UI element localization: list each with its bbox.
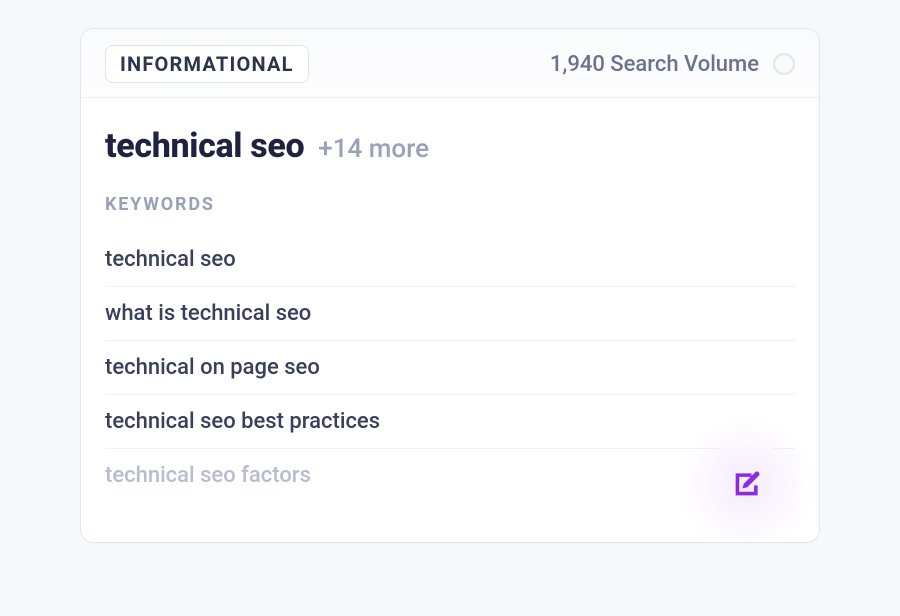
more-count[interactable]: +14 more [318,134,429,164]
circle-indicator-icon [773,53,795,75]
keyword-card: INFORMATIONAL 1,940 Search Volume techni… [80,28,820,543]
title-row: technical seo +14 more [105,126,795,166]
keyword-item[interactable]: technical on page seo [105,341,795,395]
edit-button[interactable] [703,440,791,528]
search-volume-text: 1,940 Search Volume [550,52,759,77]
keywords-section-label: KEYWORDS [105,194,795,215]
search-volume: 1,940 Search Volume [550,52,795,77]
card-header: INFORMATIONAL 1,940 Search Volume [81,29,819,98]
keyword-item[interactable]: technical seo [105,233,795,287]
intent-badge: INFORMATIONAL [105,45,309,83]
primary-keyword: technical seo [105,126,304,166]
keyword-item[interactable]: what is technical seo [105,287,795,341]
edit-icon [730,467,764,501]
keyword-item[interactable]: technical seo best practices [105,395,795,449]
card-body: technical seo +14 more KEYWORDS technica… [81,98,819,542]
